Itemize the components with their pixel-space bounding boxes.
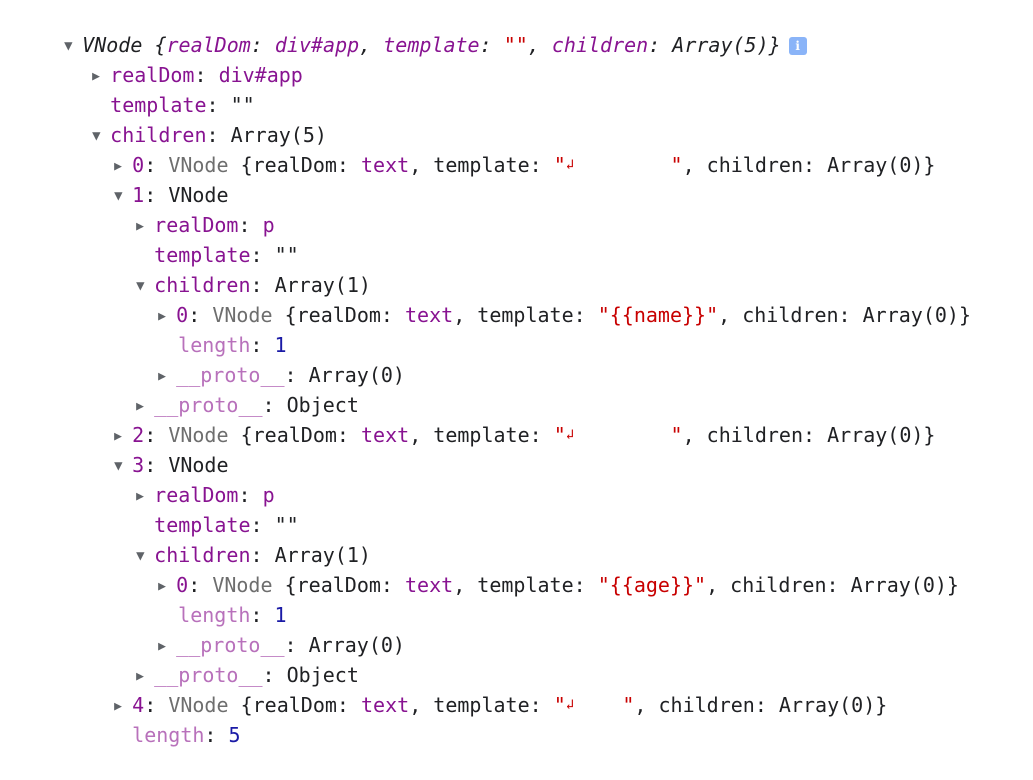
console-object-tree: ▼ VNode {realDom: div#app, template: "", …	[0, 0, 1033, 747]
item-1-prop-children[interactable]: ▼ children: Array(1)	[88, 240, 371, 297]
return-symbol-icon: ↲	[565, 157, 575, 173]
return-symbol-icon: ↲	[565, 697, 575, 713]
prop-row-realdom[interactable]: ▶ realDom: div#app	[44, 30, 303, 87]
item-3-children-length: length: 1	[178, 603, 287, 627]
item-3-prop-template: template: ""	[154, 513, 299, 537]
array-item-1[interactable]: ▼ 1: VNode	[66, 150, 228, 207]
item-3-prop-realdom[interactable]: ▶ realDom: p	[88, 450, 274, 507]
item-3-prop-children[interactable]: ▼ children: Array(1)	[88, 510, 371, 567]
root-summary-row[interactable]: ▼ VNode {realDom: div#app, template: "", …	[16, 0, 807, 57]
prop-row-template: template: ""	[110, 93, 255, 117]
item-1-child-0[interactable]: ▶ 0: VNode {realDom: text, template: "{{n…	[110, 270, 971, 327]
info-icon[interactable]: i	[788, 37, 807, 55]
item-3-child-0[interactable]: ▶ 0: VNode {realDom: text, template: "{{a…	[110, 540, 959, 597]
children-length: length: 5	[132, 723, 241, 747]
item-1-proto[interactable]: ▶ __proto__: Object	[88, 360, 359, 417]
item-1-children-proto[interactable]: ▶ __proto__: Array(0)	[110, 330, 405, 387]
item-1-children-length: length: 1	[178, 333, 287, 357]
array-item-2[interactable]: ▶ 2: VNode {realDom: text, template: "↲ "…	[66, 390, 935, 447]
return-symbol-icon: ↲	[565, 427, 575, 443]
array-item-4[interactable]: ▶ 4: VNode {realDom: text, template: "↲ "…	[66, 660, 887, 717]
array-item-3[interactable]: ▼ 3: VNode	[66, 420, 228, 477]
item-3-children-proto[interactable]: ▶ __proto__: Array(0)	[110, 600, 405, 657]
prop-row-children[interactable]: ▼ children: Array(5)	[44, 90, 327, 147]
array-item-0[interactable]: ▶ 0: VNode {realDom: text, template: "↲ "…	[66, 120, 935, 177]
item-1-prop-template: template: ""	[154, 243, 299, 267]
item-1-prop-realdom[interactable]: ▶ realDom: p	[88, 180, 274, 237]
item-3-proto[interactable]: ▶ __proto__: Object	[88, 630, 359, 687]
